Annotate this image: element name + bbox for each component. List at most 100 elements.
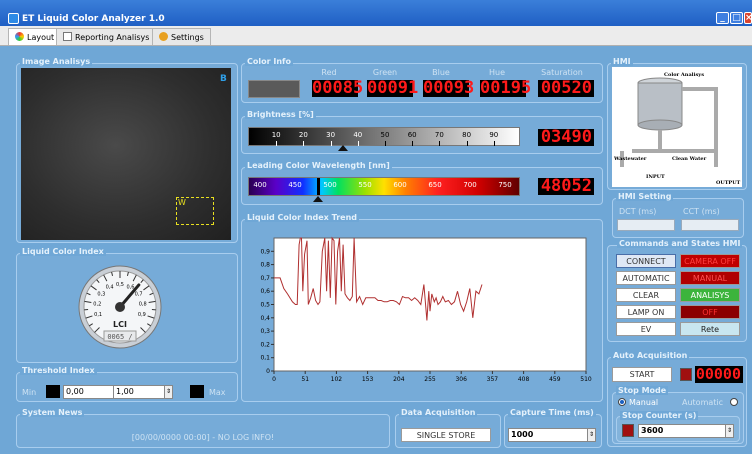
trend-label: Liquid Color Index Trend — [245, 213, 359, 222]
min-color-swatch[interactable] — [46, 385, 60, 398]
stop-status-light — [622, 424, 634, 437]
camera-image: B W — [21, 68, 231, 240]
blue-value: 00093 — [423, 78, 475, 98]
gauge-dial-label: 0,2 — [93, 301, 101, 307]
brightness-tick-mark — [330, 141, 332, 146]
capture-time-input[interactable]: 1000 ⇕ — [508, 428, 596, 442]
wavelength-tick: 700 — [463, 181, 477, 189]
gauge-label: LCI — [113, 320, 127, 329]
brightness-tick-mark — [493, 141, 495, 146]
max-threshold-value: 1,00 — [116, 387, 134, 396]
cct-input[interactable] — [681, 219, 739, 231]
marker-w: W — [178, 198, 186, 207]
automatic-label: Automatic — [682, 398, 724, 407]
wavelength-tick: 450 — [288, 181, 302, 189]
spinner-icon[interactable]: ⇕ — [725, 425, 733, 437]
x-tick-label: 0 — [272, 376, 276, 383]
threshold-label: Threshold Index — [20, 366, 97, 375]
system-news-label: System News — [20, 408, 85, 417]
spinner-icon[interactable]: ⇕ — [164, 386, 172, 398]
max-color-swatch[interactable] — [190, 385, 204, 398]
max-threshold-input[interactable]: 1,00 ⇕ — [113, 385, 173, 399]
marker-b: B — [220, 74, 227, 84]
table-icon — [63, 32, 72, 41]
diagram-title: Color Analisys — [664, 72, 704, 78]
tab-label: Reporting Analisys — [75, 33, 150, 42]
x-tick-label: 459 — [549, 376, 561, 383]
wavelength-value: 48052 — [538, 178, 594, 195]
wastewater-label: Wastewater — [613, 156, 647, 162]
roi-box[interactable]: W — [176, 197, 214, 225]
green-label: Green — [372, 68, 398, 77]
stop-mode-label: Stop Mode — [616, 386, 669, 395]
state-indicator-4: Rete — [680, 322, 740, 336]
x-tick-label: 255 — [424, 376, 436, 383]
saturation-value: 00520 — [538, 80, 594, 97]
close-icon[interactable]: × — [744, 12, 752, 24]
tab-layout[interactable]: Layout — [8, 28, 62, 45]
brightness-tick: 20 — [298, 131, 308, 139]
cct-label: CCT (ms) — [683, 207, 720, 216]
command-button-3[interactable]: LAMP ON — [616, 305, 676, 319]
x-tick-label: 357 — [487, 376, 499, 383]
tab-label: Layout — [27, 33, 55, 42]
brightness-tick: 50 — [380, 131, 390, 139]
command-button-1[interactable]: AUTOMATIC — [616, 271, 676, 285]
system-news-text: [00/00/0000 00:00] - NO LOG INFO! — [131, 433, 275, 442]
tab-reporting[interactable]: Reporting Analisys — [56, 28, 157, 45]
brightness-label: Brightness [%] — [245, 110, 316, 119]
hmi-setting-panel — [612, 198, 744, 238]
command-button-0[interactable]: CONNECT — [616, 254, 676, 268]
brightness-tick: 80 — [462, 131, 472, 139]
brightness-tick-mark — [439, 141, 441, 146]
saturation-label: Saturation — [541, 68, 583, 77]
brightness-value: 03490 — [538, 129, 594, 146]
start-button[interactable]: START — [612, 367, 672, 382]
single-store-button[interactable]: SINGLE STORE — [401, 428, 491, 442]
brightness-tick-mark — [357, 141, 359, 146]
brightness-tick-mark — [303, 141, 305, 146]
output-label: OUTPUT — [716, 180, 741, 186]
acq-counter: 00000 — [695, 365, 743, 383]
image-analysis-label: Image Analisys — [20, 57, 93, 66]
system-news-panel — [16, 414, 390, 448]
y-tick-label: 0,7 — [260, 275, 270, 282]
wavelength-tick: 550 — [358, 181, 372, 189]
hue-label: Hue — [488, 68, 505, 77]
brightness-tick-mark — [276, 141, 278, 146]
wavelength-tick: 650 — [428, 181, 442, 189]
y-tick-label: 0,1 — [260, 355, 270, 362]
green-value: 00091 — [367, 78, 419, 98]
input-label: INPUT — [646, 174, 665, 180]
commands-label: Commands and States HMI — [617, 239, 743, 248]
wavelength-cursor — [317, 178, 320, 195]
stop-counter-input[interactable]: 3600 ⇕ — [638, 424, 734, 438]
y-tick-label: 0,9 — [260, 248, 270, 255]
maximize-icon[interactable]: □ — [730, 12, 743, 24]
brightness-tick-mark — [412, 141, 414, 146]
brightness-scale: 10 20 30 40 50 60 70 80 90 — [248, 127, 520, 146]
y-tick-label: 0 — [266, 368, 270, 375]
stop-counter-label: Stop Counter (s) — [620, 411, 699, 420]
trend-chart: 0 0,1 0,2 0,3 0,4 0,5 0,6 0,7 0,8 0,9 0 51 102 153 204… — [260, 236, 592, 383]
title-bar: ET Liquid Color Analyzer 1.0 _ □ × — [0, 0, 752, 26]
spinner-icon[interactable]: ⇕ — [587, 429, 595, 441]
dct-input[interactable] — [617, 219, 675, 231]
wavelength-tick: 500 — [323, 181, 337, 189]
command-button-4[interactable]: EV — [616, 322, 676, 336]
tank-bottom — [637, 119, 683, 131]
minimize-icon[interactable]: _ — [716, 12, 729, 24]
command-button-2[interactable]: CLEAR — [616, 288, 676, 302]
tab-settings[interactable]: Settings — [152, 28, 211, 45]
capture-time-value: 1000 — [511, 430, 534, 439]
brightness-tick: 60 — [407, 131, 417, 139]
brightness-tick-mark — [385, 141, 386, 146]
brightness-tick-mark — [466, 141, 468, 146]
lci-label: Liquid Color Index — [20, 247, 106, 256]
gauge-dial-label: 0,8 — [139, 301, 147, 307]
hmi-diagram: Color Analisys Wastewater Clean Water IN… — [612, 67, 742, 187]
manual-radio[interactable] — [618, 398, 626, 406]
automatic-radio[interactable] — [730, 398, 738, 406]
brightness-tick: 70 — [434, 131, 444, 139]
clean-water-label: Clean Water — [672, 156, 707, 162]
